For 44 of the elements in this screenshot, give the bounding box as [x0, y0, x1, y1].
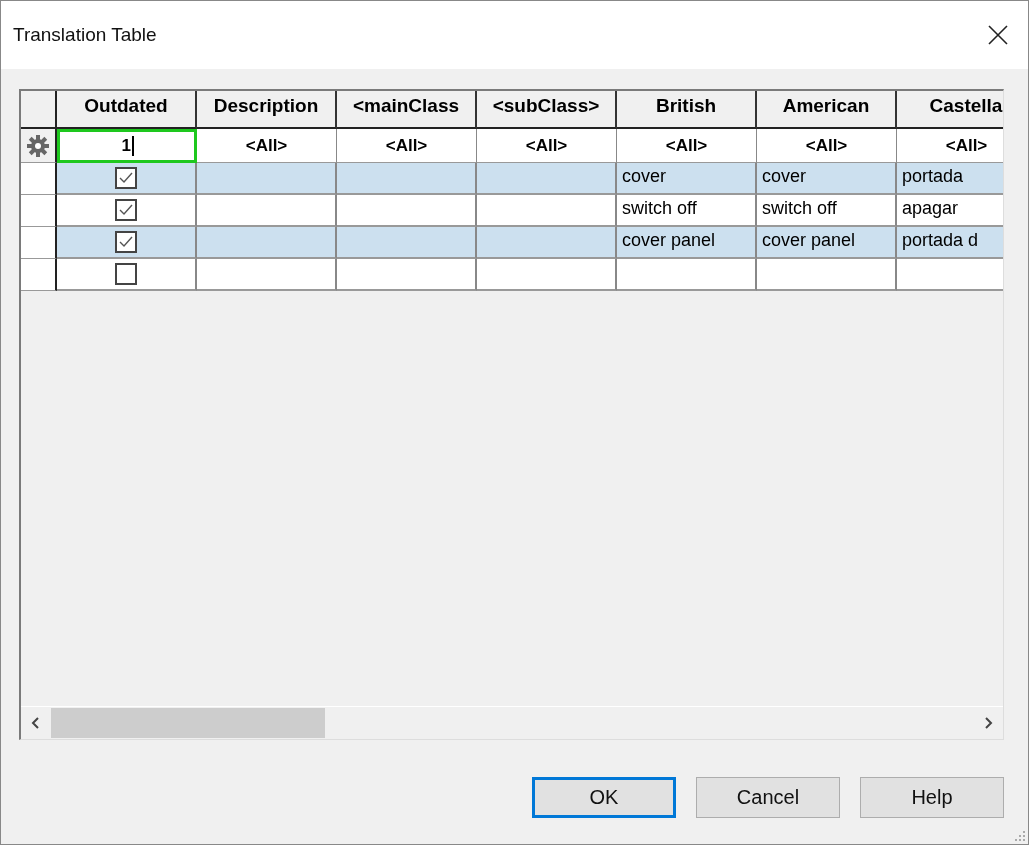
scroll-left-icon[interactable] — [31, 717, 41, 729]
table-cell: switch off — [757, 195, 897, 227]
filter-cell[interactable]: <All> — [477, 129, 617, 163]
scrollbar-thumb[interactable] — [51, 708, 325, 738]
window-title: Translation Table — [13, 24, 157, 46]
table-cell: switch off — [617, 195, 757, 227]
filter-input[interactable]: 1 — [57, 129, 197, 163]
row-header[interactable] — [21, 259, 57, 291]
table-cell: apagar — [897, 195, 1003, 227]
checkmark-icon — [118, 171, 134, 185]
filter-cell[interactable]: <All> — [897, 129, 1003, 163]
table-cell: portada — [897, 163, 1003, 195]
column-header[interactable]: <subClass> — [477, 91, 617, 129]
table-cell: cover panel — [757, 227, 897, 259]
row-header[interactable] — [21, 195, 57, 227]
filter-cell[interactable]: <All> — [757, 129, 897, 163]
close-icon[interactable] — [988, 25, 1008, 45]
row-header[interactable] — [21, 163, 57, 195]
column-header[interactable]: American — [757, 91, 897, 129]
horizontal-scrollbar[interactable] — [21, 706, 1003, 739]
table-cell: cover panel — [617, 227, 757, 259]
table-cell: cover — [617, 163, 757, 195]
checkbox[interactable] — [115, 199, 137, 221]
column-header[interactable]: <mainClass — [337, 91, 477, 129]
resize-grip-icon[interactable] — [1014, 830, 1026, 842]
filter-cell[interactable]: <All> — [337, 129, 477, 163]
checkbox[interactable] — [115, 167, 137, 189]
table-cell: cover — [757, 163, 897, 195]
dialog-button[interactable]: OK — [532, 777, 676, 818]
dialog-button[interactable]: Cancel — [696, 777, 840, 818]
filter-cell[interactable]: <All> — [617, 129, 757, 163]
column-header[interactable]: Description — [197, 91, 337, 129]
checkmark-icon — [118, 235, 134, 249]
column-header[interactable]: British — [617, 91, 757, 129]
dialog-button[interactable]: Help — [860, 777, 1004, 818]
row-header[interactable] — [21, 227, 57, 259]
gear-icon[interactable] — [26, 133, 50, 158]
column-header[interactable]: Outdated — [57, 91, 197, 129]
table-cell: portada d — [897, 227, 1003, 259]
filter-cell[interactable]: <All> — [197, 129, 337, 163]
scroll-right-icon[interactable] — [983, 717, 993, 729]
checkbox[interactable] — [115, 231, 137, 253]
checkbox[interactable] — [115, 263, 137, 285]
checkmark-icon — [118, 203, 134, 217]
